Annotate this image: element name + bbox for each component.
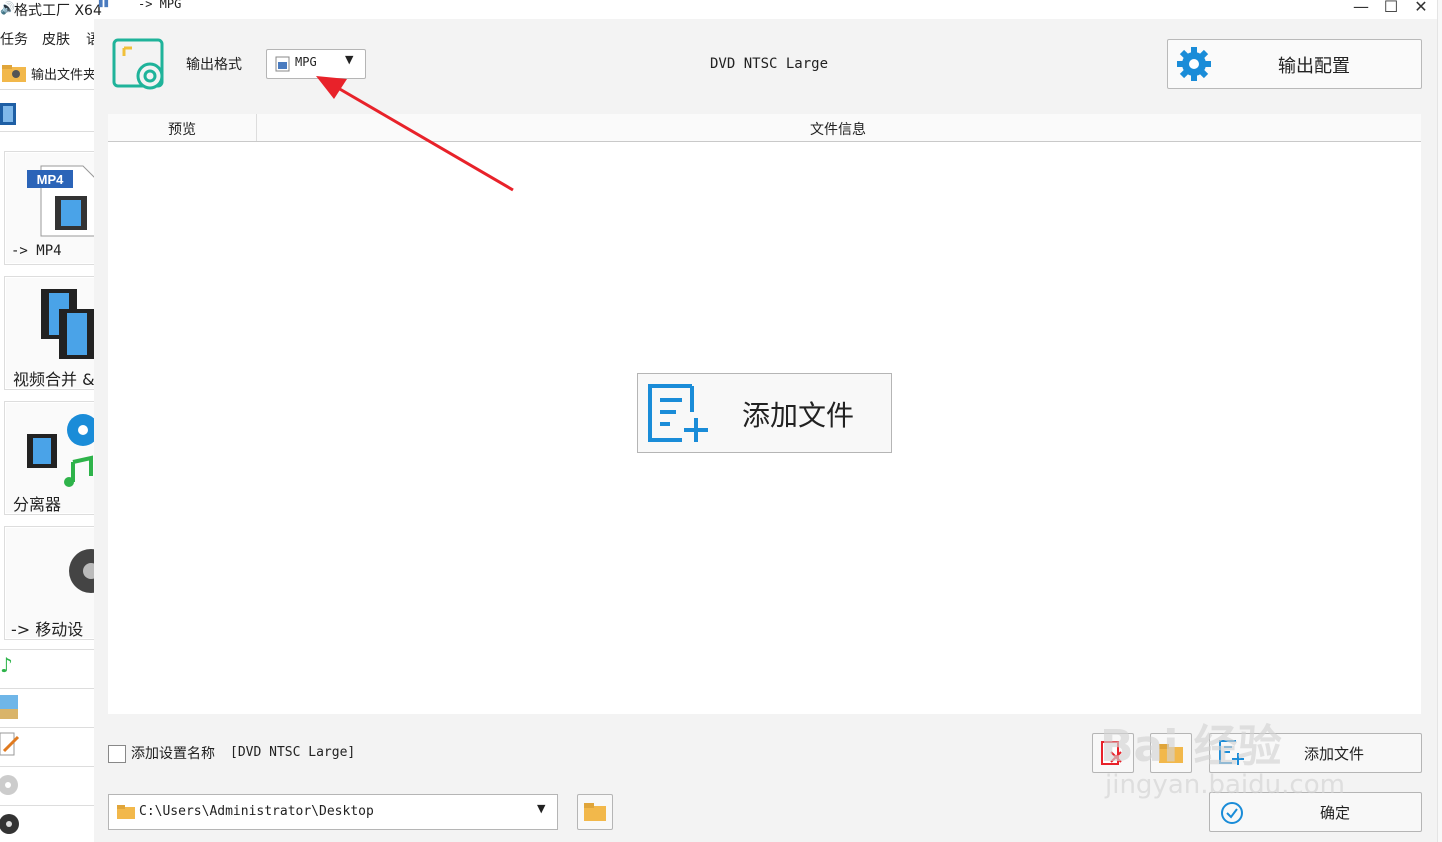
output-path-dropdown[interactable]: C:\Users\Administrator\Desktop ▼ bbox=[108, 794, 558, 830]
folder-gear-icon bbox=[2, 65, 26, 82]
output-format-icon bbox=[112, 38, 164, 90]
tool-video-merge[interactable]: 视频合并 & bbox=[4, 276, 94, 390]
folder-icon bbox=[584, 803, 606, 821]
mpg-file-icon bbox=[275, 56, 290, 72]
image-category-icon[interactable] bbox=[0, 693, 20, 721]
column-divider bbox=[256, 114, 257, 141]
divider bbox=[0, 766, 94, 767]
output-folder-label: 输出文件夹 bbox=[31, 68, 94, 83]
add-file-icon bbox=[648, 384, 708, 442]
output-folder-button[interactable]: 输出文件夹 bbox=[0, 61, 94, 85]
window-subtitle: -> MPG bbox=[138, 0, 182, 11]
add-file-large-button[interactable]: 添加文件 bbox=[637, 373, 892, 453]
output-format-label: 输出格式 bbox=[186, 57, 242, 73]
menu-language[interactable]: 语 bbox=[86, 29, 94, 49]
mp4-file-icon: MP4 bbox=[27, 165, 94, 237]
tool-label: 分离器 bbox=[13, 495, 62, 514]
splitter-icon bbox=[27, 414, 94, 487]
tool-mobile-device[interactable]: -> 移动设 bbox=[4, 526, 94, 640]
add-setting-name-checkbox[interactable] bbox=[108, 745, 126, 763]
col-file-info[interactable]: 文件信息 bbox=[810, 119, 866, 139]
app-title: 格式工厂 X64 bbox=[14, 3, 102, 19]
svg-text:MP4: MP4 bbox=[37, 172, 65, 187]
output-path-value: C:\Users\Administrator\Desktop bbox=[139, 804, 374, 819]
tool-splitter[interactable]: 分离器 bbox=[4, 401, 94, 515]
divider bbox=[0, 131, 94, 132]
tool-label: -> MP4 bbox=[11, 243, 62, 259]
menu-task[interactable]: 任务 bbox=[0, 29, 28, 49]
chevron-down-icon: ▼ bbox=[537, 802, 546, 815]
browse-folder-button[interactable] bbox=[577, 794, 613, 830]
utilities-category-icon[interactable] bbox=[0, 810, 22, 840]
tool-to-mp4[interactable]: MP4 -> MP4 bbox=[4, 151, 94, 265]
folder-icon bbox=[117, 805, 135, 819]
title-bar: 🔊 格式工厂 X64 ▮▮ -> MPG — ☐ ✕ bbox=[0, 0, 1442, 19]
divider bbox=[0, 649, 94, 650]
ok-label: 确定 bbox=[1320, 804, 1351, 822]
tool-label: 视频合并 & bbox=[13, 370, 94, 389]
add-setting-name-label: 添加设置名称 bbox=[131, 746, 215, 762]
col-preview[interactable]: 预览 bbox=[168, 119, 196, 139]
chevron-down-icon: ▼ bbox=[345, 53, 354, 66]
left-sidebar: 任务 皮肤 语 输出文件夹 MP4 -> MP4 视频合并 & 分离器 -> 移… bbox=[0, 19, 94, 842]
window-thumb-icon: ▮▮ bbox=[98, 0, 110, 9]
add-file-large-label: 添加文件 bbox=[742, 399, 855, 432]
watermark-url: jingyan.baidu.com bbox=[1105, 770, 1345, 800]
format-value: MPG bbox=[295, 55, 317, 69]
divider bbox=[0, 688, 94, 689]
divider bbox=[0, 727, 94, 728]
menu-skin[interactable]: 皮肤 bbox=[42, 29, 70, 49]
maximize-button[interactable]: ☐ bbox=[1377, 0, 1405, 19]
minimize-button[interactable]: — bbox=[1347, 0, 1375, 19]
preset-label: DVD NTSC Large bbox=[710, 56, 829, 72]
divider bbox=[0, 805, 94, 806]
video-category-icon[interactable] bbox=[0, 101, 18, 127]
watermark-text: Bai 经验 bbox=[1100, 721, 1282, 772]
output-format-dropdown[interactable]: MPG ▼ bbox=[266, 49, 366, 79]
tool-label: -> 移动设 bbox=[11, 620, 84, 639]
output-config-label: 输出配置 bbox=[1278, 56, 1350, 77]
divider bbox=[0, 89, 94, 90]
file-table-header: 预览 文件信息 bbox=[108, 114, 1421, 142]
film-merge-icon bbox=[41, 289, 94, 359]
output-config-button[interactable]: 输出配置 bbox=[1167, 39, 1422, 89]
add-setting-name-value: [DVD NTSC Large] bbox=[230, 745, 356, 760]
check-circle-icon bbox=[1221, 802, 1243, 824]
gear-icon bbox=[1177, 47, 1211, 81]
app-icon: 🔊 bbox=[0, 1, 15, 15]
window-edge bbox=[1437, 0, 1442, 842]
close-button[interactable]: ✕ bbox=[1407, 0, 1435, 19]
audio-category-icon[interactable]: ♪ bbox=[0, 653, 13, 677]
phone-reel-icon bbox=[69, 549, 94, 593]
rom-device-category-icon[interactable] bbox=[0, 771, 20, 799]
add-file-label: 添加文件 bbox=[1304, 745, 1365, 763]
document-category-icon[interactable] bbox=[0, 731, 22, 759]
